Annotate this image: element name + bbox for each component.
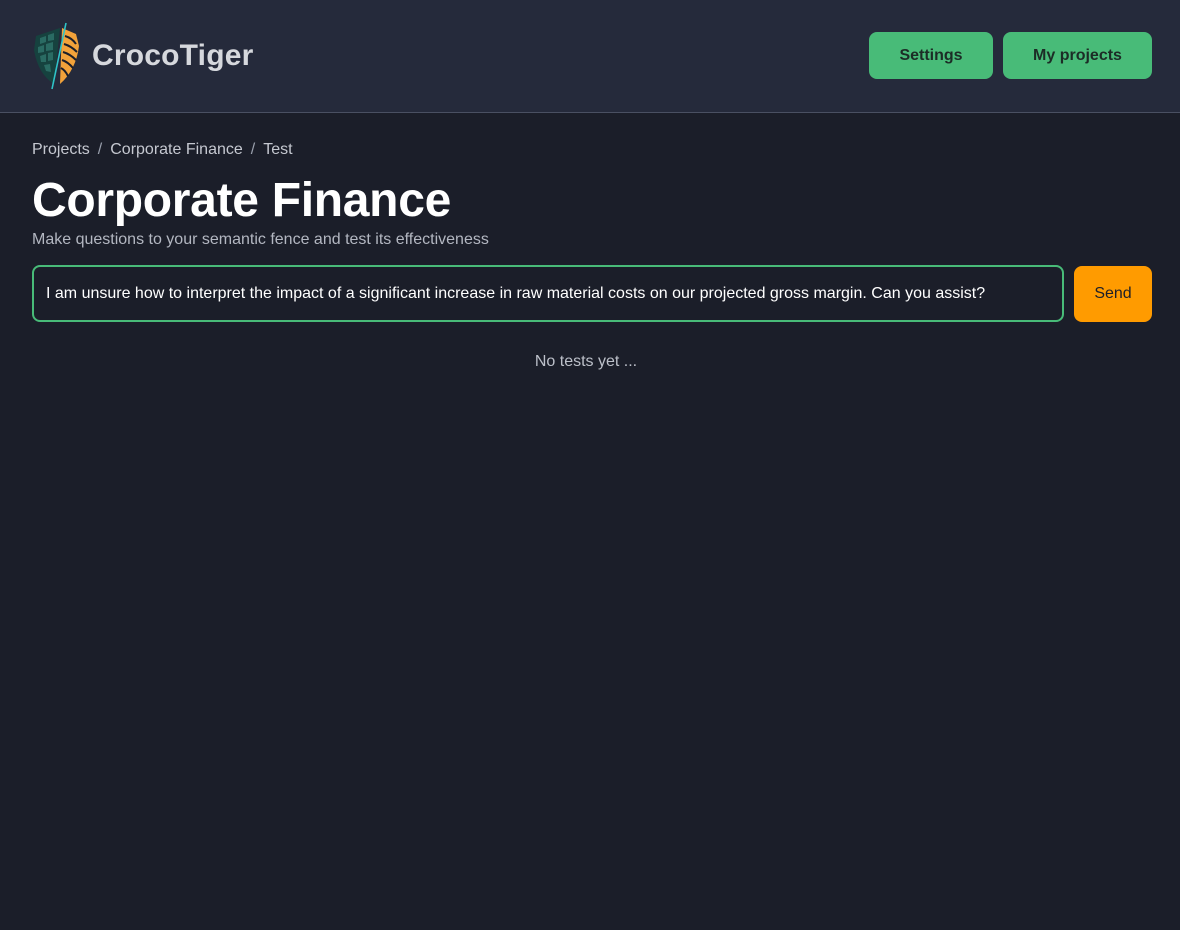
breadcrumb-separator: / [250, 141, 256, 158]
breadcrumb: Projects / Corporate Finance / Test [32, 141, 293, 159]
breadcrumb-item-projects[interactable]: Projects [32, 141, 90, 159]
settings-button[interactable]: Settings [869, 32, 993, 79]
croco-tiger-logo-icon [34, 22, 79, 90]
top-navigation-bar: CrocoTiger Settings My projects [0, 0, 1180, 113]
question-input[interactable] [32, 265, 1064, 322]
page-title: Corporate Finance [32, 174, 451, 227]
page-subtitle: Make questions to your semantic fence an… [32, 231, 489, 248]
send-button[interactable]: Send [1074, 266, 1152, 322]
my-projects-button[interactable]: My projects [1003, 32, 1152, 79]
breadcrumb-item-corporate-finance[interactable]: Corporate Finance [110, 141, 243, 159]
brand[interactable]: CrocoTiger [32, 22, 253, 90]
brand-name: CrocoTiger [92, 39, 254, 72]
breadcrumb-separator: / [97, 141, 103, 158]
empty-state-message: No tests yet ... [534, 353, 638, 370]
breadcrumb-item-test: Test [263, 141, 293, 158]
